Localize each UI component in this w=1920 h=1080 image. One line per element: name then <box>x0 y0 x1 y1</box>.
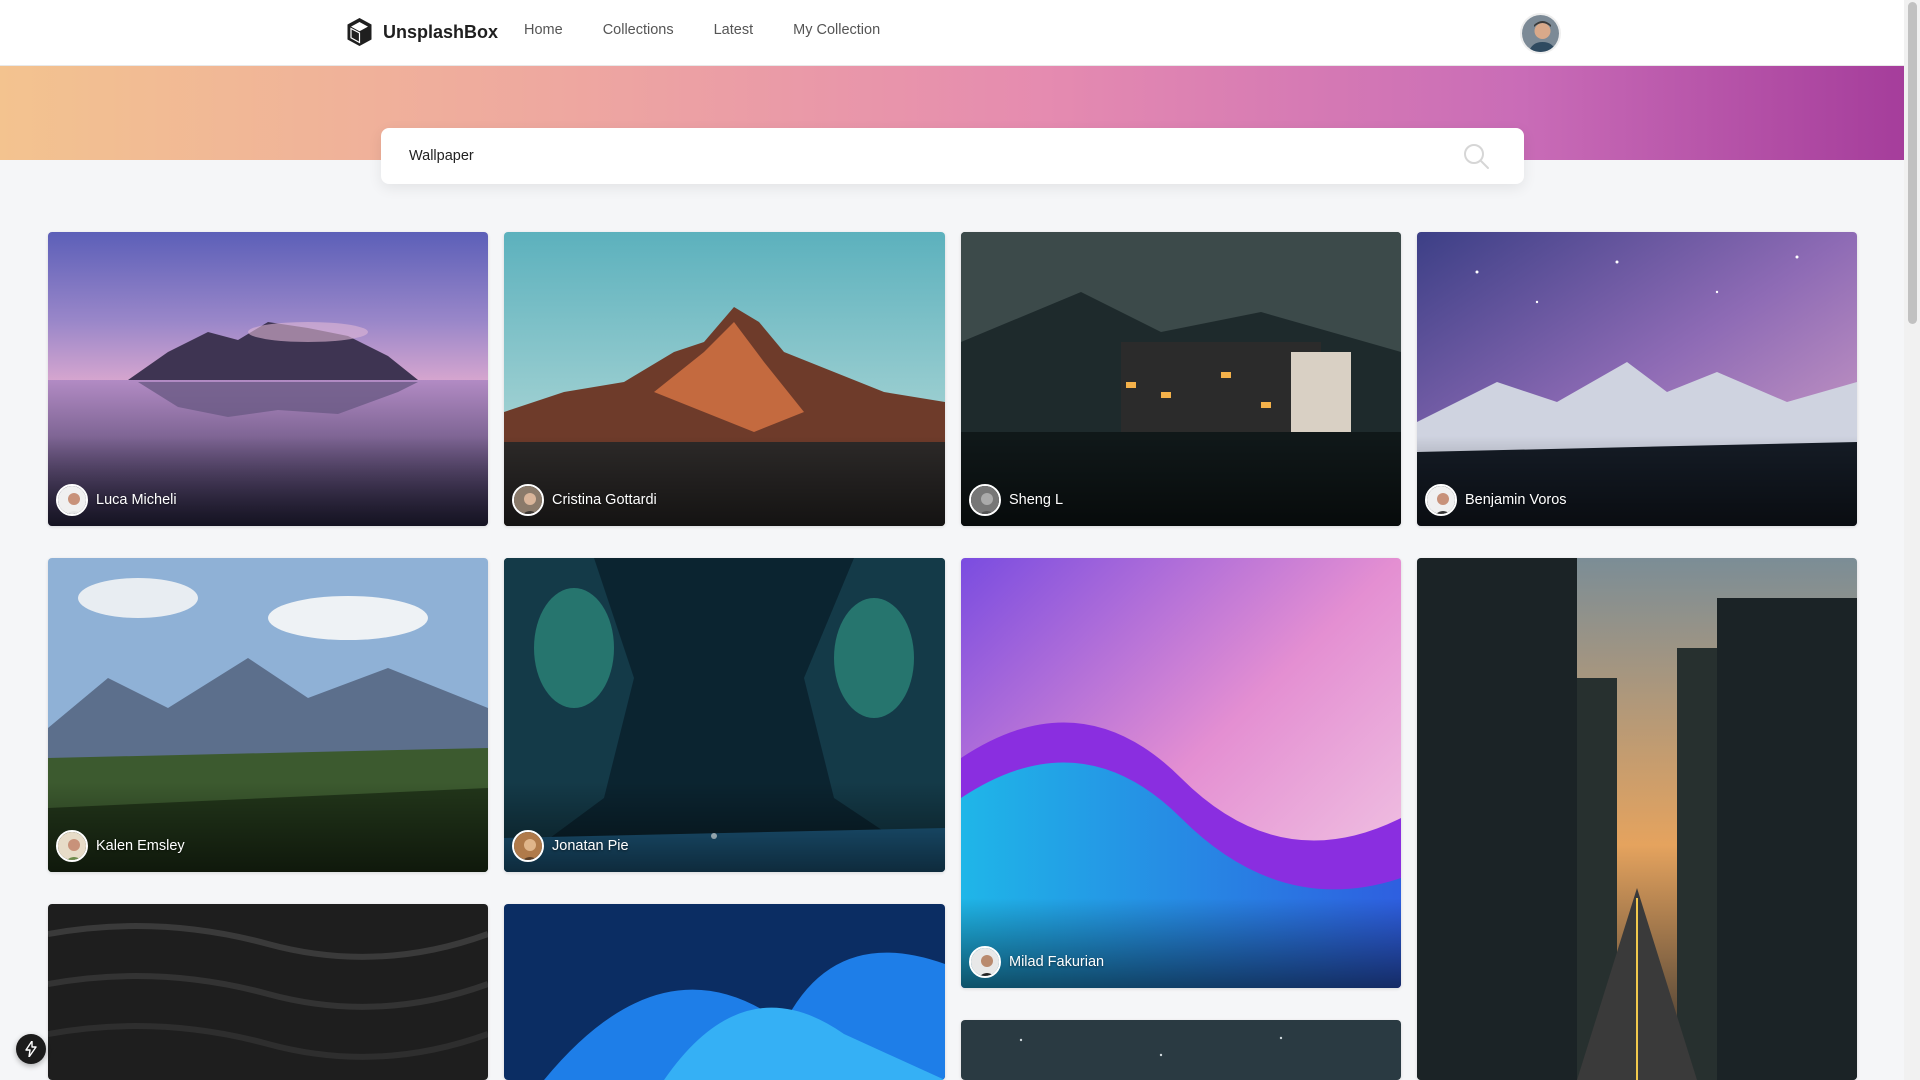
author-name: Cristina Gottardi <box>552 492 657 508</box>
photo-author[interactable]: Luca Micheli <box>56 484 177 516</box>
author-name: Benjamin Voros <box>1465 492 1567 508</box>
search-icon[interactable] <box>1462 142 1490 170</box>
photo-author[interactable]: Sheng L <box>969 484 1063 516</box>
photo-card[interactable]: Milad Fakurian <box>961 558 1401 988</box>
author-name: Sheng L <box>1009 492 1064 508</box>
cube-logo-icon <box>347 18 372 46</box>
author-name: Kalen Emsley <box>96 838 185 854</box>
photo-image <box>961 1020 1401 1080</box>
author-avatar <box>969 484 1001 516</box>
brand-name: UnsplashBox <box>383 21 499 42</box>
photo-author[interactable]: Kalen Emsley <box>56 830 185 862</box>
search-input[interactable] <box>409 128 1439 184</box>
photo-image <box>48 904 488 1080</box>
photo-author[interactable]: Milad Fakurian <box>969 946 1104 978</box>
photo-image <box>504 904 945 1080</box>
main-nav: Home Collections Latest My Collection <box>524 22 880 38</box>
brand[interactable]: UnsplashBox <box>346 17 498 47</box>
photo-author[interactable]: Benjamin Voros <box>1425 484 1567 516</box>
author-avatar <box>1425 484 1457 516</box>
photo-card[interactable] <box>1417 558 1857 1080</box>
user-avatar-image <box>1522 15 1559 52</box>
photo-card[interactable]: Benjamin Voros <box>1417 232 1857 526</box>
user-avatar[interactable] <box>1520 13 1561 54</box>
photo-card[interactable]: Cristina Gottardi <box>504 232 945 526</box>
nav-home[interactable]: Home <box>524 22 563 38</box>
author-name: Jonatan Pie <box>552 838 629 854</box>
scrollbar-thumb[interactable] <box>1908 2 1917 324</box>
nav-collections[interactable]: Collections <box>603 22 674 38</box>
photo-card[interactable]: Sheng L <box>961 232 1401 526</box>
author-avatar <box>56 830 88 862</box>
nav-latest[interactable]: Latest <box>714 22 754 38</box>
author-name: Luca Micheli <box>96 492 177 508</box>
photo-card[interactable] <box>48 904 488 1080</box>
author-avatar <box>969 946 1001 978</box>
author-avatar <box>512 830 544 862</box>
photo-card[interactable] <box>961 1020 1401 1080</box>
nav-my-collection[interactable]: My Collection <box>793 22 880 38</box>
photo-card[interactable]: Kalen Emsley <box>48 558 488 872</box>
photo-author[interactable]: Jonatan Pie <box>512 830 629 862</box>
lightning-icon <box>25 1041 37 1057</box>
author-avatar <box>512 484 544 516</box>
photo-card[interactable]: Jonatan Pie <box>504 558 945 872</box>
author-avatar <box>56 484 88 516</box>
lightning-button[interactable] <box>16 1034 46 1064</box>
page-scrollbar[interactable] <box>1904 0 1920 1080</box>
navbar: UnsplashBox Home Collections Latest My C… <box>0 0 1904 66</box>
photo-card[interactable] <box>504 904 945 1080</box>
photo-author[interactable]: Cristina Gottardi <box>512 484 657 516</box>
search-bar <box>381 128 1524 184</box>
photo-card[interactable]: Luca Micheli <box>48 232 488 526</box>
author-name: Milad Fakurian <box>1009 954 1105 970</box>
photo-image <box>1417 558 1857 1080</box>
